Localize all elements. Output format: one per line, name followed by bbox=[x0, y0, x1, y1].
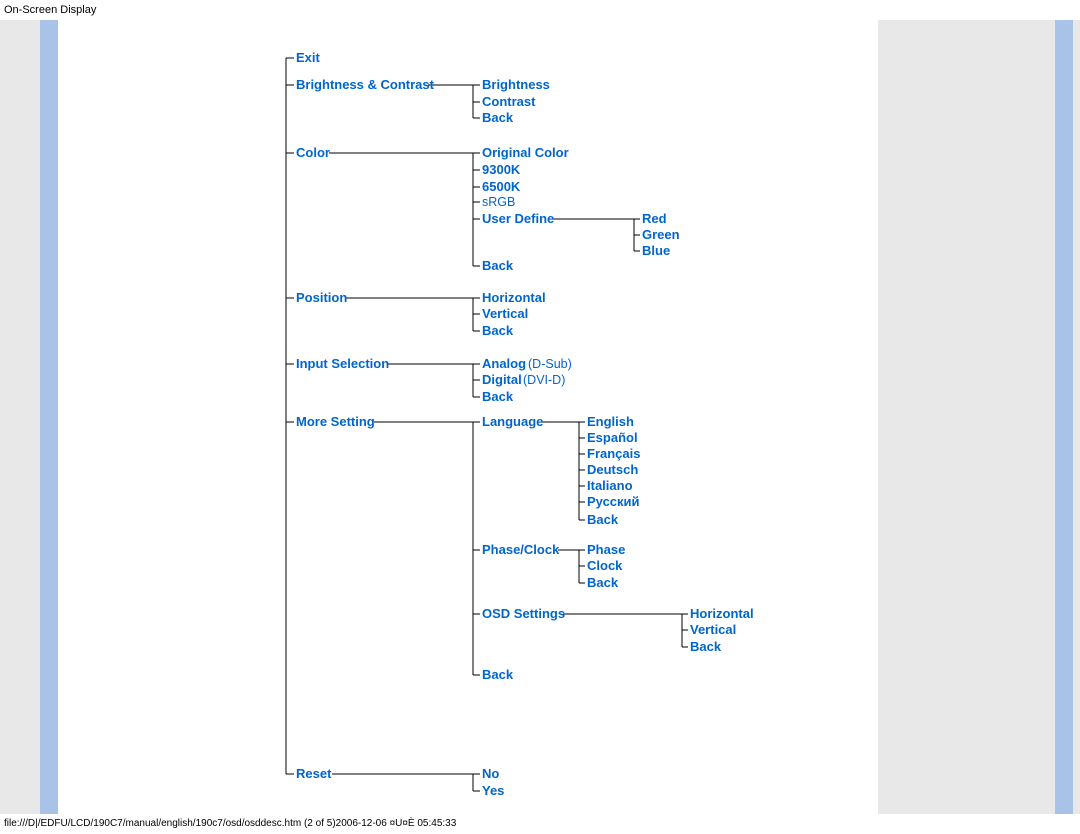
color-9300k: 9300K bbox=[482, 162, 520, 177]
position-vertical: Vertical bbox=[482, 306, 528, 321]
osd-back: Back bbox=[690, 639, 721, 654]
tree-connector-lines bbox=[58, 20, 878, 814]
lang-back: Back bbox=[587, 512, 618, 527]
userdef-green: Green bbox=[642, 227, 680, 242]
decorative-stripe-left bbox=[40, 20, 58, 814]
input-analog: Analog bbox=[482, 356, 526, 371]
osd-tree-diagram: Exit Brightness & Contrast Color Positio… bbox=[58, 20, 878, 814]
bc-brightness: Brightness bbox=[482, 77, 550, 92]
lang-deutsch: Deutsch bbox=[587, 462, 638, 477]
decorative-stripe-right bbox=[1055, 20, 1073, 814]
page-title: On-Screen Display bbox=[0, 0, 1080, 20]
pc-phase: Phase bbox=[587, 542, 625, 557]
reset-no: No bbox=[482, 766, 499, 781]
input-digital-sub: (DVI-D) bbox=[523, 373, 565, 387]
color-srgb: sRGB bbox=[482, 195, 515, 209]
lang-english: English bbox=[587, 414, 634, 429]
menu-more-setting: More Setting bbox=[296, 414, 375, 429]
reset-yes: Yes bbox=[482, 783, 504, 798]
input-digital: Digital bbox=[482, 372, 522, 387]
moresetting-language: Language bbox=[482, 414, 543, 429]
menu-reset: Reset bbox=[296, 766, 331, 781]
footer-path: file:///D|/EDFU/LCD/190C7/manual/english… bbox=[0, 814, 1080, 829]
color-original: Original Color bbox=[482, 145, 569, 160]
moresetting-phaseclock: Phase/Clock bbox=[482, 542, 559, 557]
pc-clock: Clock bbox=[587, 558, 622, 573]
lang-espanol: Español bbox=[587, 430, 638, 445]
userdef-red: Red bbox=[642, 211, 667, 226]
pc-back: Back bbox=[587, 575, 618, 590]
menu-color: Color bbox=[296, 145, 330, 160]
moresetting-osd: OSD Settings bbox=[482, 606, 565, 621]
moresetting-back: Back bbox=[482, 667, 513, 682]
menu-input-selection: Input Selection bbox=[296, 356, 389, 371]
color-user-define: User Define bbox=[482, 211, 554, 226]
page-background: Exit Brightness & Contrast Color Positio… bbox=[0, 20, 1080, 814]
userdef-blue: Blue bbox=[642, 243, 670, 258]
input-back: Back bbox=[482, 389, 513, 404]
lang-italiano: Italiano bbox=[587, 478, 633, 493]
bc-back: Back bbox=[482, 110, 513, 125]
osd-vertical: Vertical bbox=[690, 622, 736, 637]
color-back: Back bbox=[482, 258, 513, 273]
input-analog-sub: (D-Sub) bbox=[528, 357, 572, 371]
bc-contrast: Contrast bbox=[482, 94, 535, 109]
position-horizontal: Horizontal bbox=[482, 290, 546, 305]
position-back: Back bbox=[482, 323, 513, 338]
menu-exit: Exit bbox=[296, 50, 320, 65]
osd-horizontal: Horizontal bbox=[690, 606, 754, 621]
lang-francais: Français bbox=[587, 446, 640, 461]
lang-russian: Русский bbox=[587, 494, 640, 509]
menu-brightness-contrast: Brightness & Contrast bbox=[296, 77, 434, 92]
menu-position: Position bbox=[296, 290, 347, 305]
color-6500k: 6500K bbox=[482, 179, 520, 194]
